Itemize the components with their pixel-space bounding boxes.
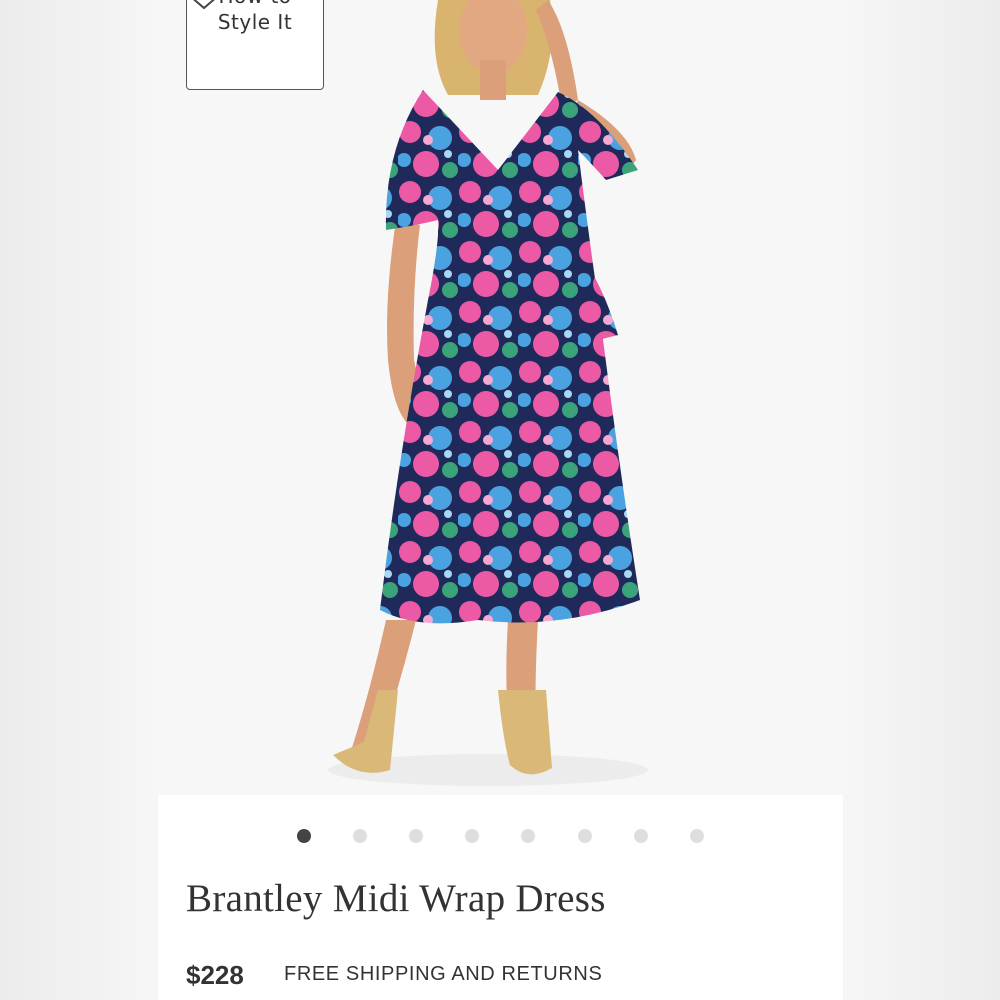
carousel-dot-8[interactable] [690,829,704,843]
shipping-note: FREE SHIPPING AND RETURNS [284,963,603,985]
product-title: Brantley Midi Wrap Dress [186,877,606,920]
carousel-dot-1[interactable] [297,829,311,843]
chevron-down-icon [193,0,215,10]
carousel-dots [158,829,843,845]
carousel-dot-3[interactable] [409,829,423,843]
carousel-dot-2[interactable] [353,829,367,843]
left-backdrop [0,0,158,1000]
carousel-dot-6[interactable] [578,829,592,843]
product-image[interactable]: How to Style It [158,0,843,795]
right-backdrop [843,0,1000,1000]
carousel-dot-4[interactable] [465,829,479,843]
how-to-style-button[interactable]: How to Style It [186,0,324,90]
product-page: How to Style It Brantley Midi Wrap Dress… [158,0,843,1000]
model-illustration [328,0,648,786]
carousel-dot-5[interactable] [521,829,535,843]
carousel-dot-7[interactable] [634,829,648,843]
how-to-style-line2: Style It [217,10,293,34]
product-price: $228 [186,960,244,990]
